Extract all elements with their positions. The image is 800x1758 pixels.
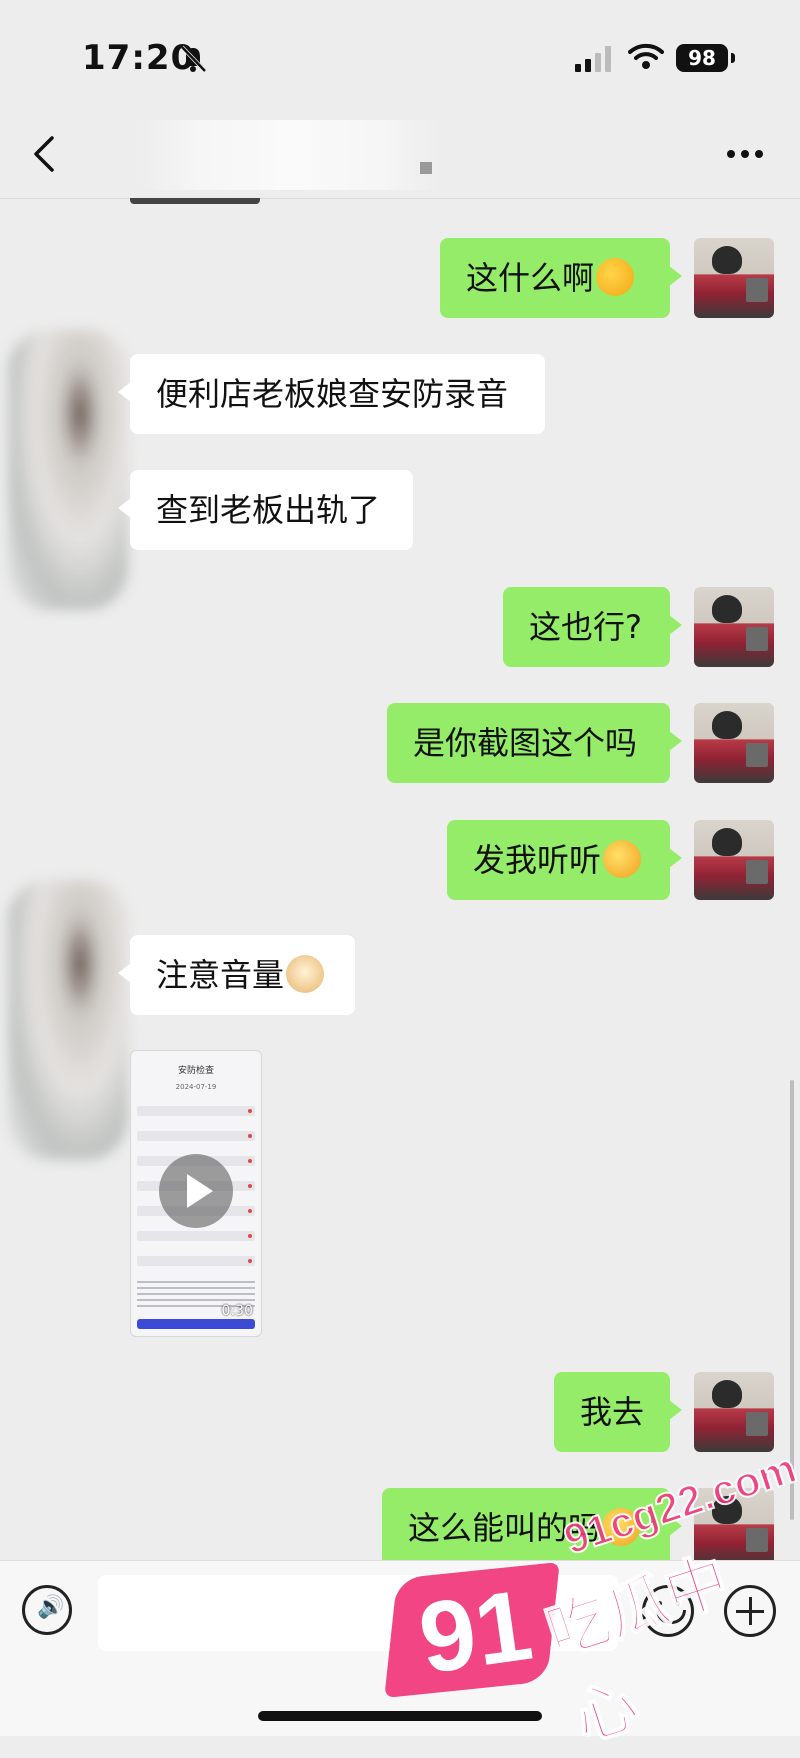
video-thumb-row [137,1106,255,1116]
message-text: 发我听听 [473,841,602,879]
doge-icon [286,955,325,993]
video-duration: 0:30 [221,1303,253,1319]
message-bubble[interactable]: 这什么啊 [440,238,682,318]
wifi-icon [628,43,664,69]
signal-icon [575,46,611,72]
message-text: 是你截图这个吗 [413,724,638,762]
previous-message-edge [130,198,260,204]
more-dots-icon[interactable] [725,148,765,160]
avatar-me[interactable] [694,587,774,667]
voice-icon[interactable]: 🔊 [22,1585,72,1635]
message-bubble[interactable]: 便利店老板娘查安防录音 [118,354,545,434]
avatar-me[interactable] [694,703,774,783]
message-text: 我去 [580,1393,645,1431]
watermark-number: 91 [412,1568,539,1696]
message-text: 注意音量 [156,956,285,994]
laughing-face-icon [603,840,642,878]
avatar-me[interactable] [694,1372,774,1452]
chevron-left-icon[interactable] [30,134,60,174]
video-thumb-row [137,1256,255,1266]
chat-nav-bar [0,110,800,199]
video-thumb-date: 2024-07-19 [175,1083,217,1091]
video-thumb-header: 安防检查 [177,1066,214,1076]
message-bubble[interactable]: 是你截图这个吗 [387,703,682,783]
chat-title-redacted [140,120,440,190]
video-thumb-row [137,1231,255,1241]
video-thumb-button [137,1319,255,1329]
avatar-other-blurred[interactable] [8,330,128,610]
video-thumb-row [137,1131,255,1141]
message-bubble[interactable]: 这也行? [503,587,682,667]
home-indicator[interactable] [258,1711,542,1721]
battery-icon: 98 [676,44,728,72]
bell-off-icon [180,45,207,73]
message-text: 这也行? [529,608,642,646]
video-message-thumbnail[interactable]: 安防检查 2024-07-19 0:30 [130,1050,262,1337]
play-icon[interactable] [159,1154,233,1228]
message-text: 这什么啊 [466,259,595,297]
status-bar: 17:20 98 [0,0,800,110]
battery-cap [731,53,735,63]
message-bubble[interactable]: 查到老板出轨了 [118,470,413,550]
message-text: 便利店老板娘查安防录音 [156,375,509,413]
avatar-me[interactable] [694,820,774,900]
message-text: 查到老板出轨了 [156,491,381,529]
avatar-other-blurred[interactable] [8,880,128,1160]
message-bubble[interactable]: 发我听听 [447,820,682,900]
avatar-me[interactable] [694,238,774,318]
thinking-face-icon [596,258,635,296]
message-bubble[interactable]: 我去 [554,1372,682,1452]
message-bubble[interactable]: 注意音量 [118,935,355,1015]
title-dot [420,162,432,174]
